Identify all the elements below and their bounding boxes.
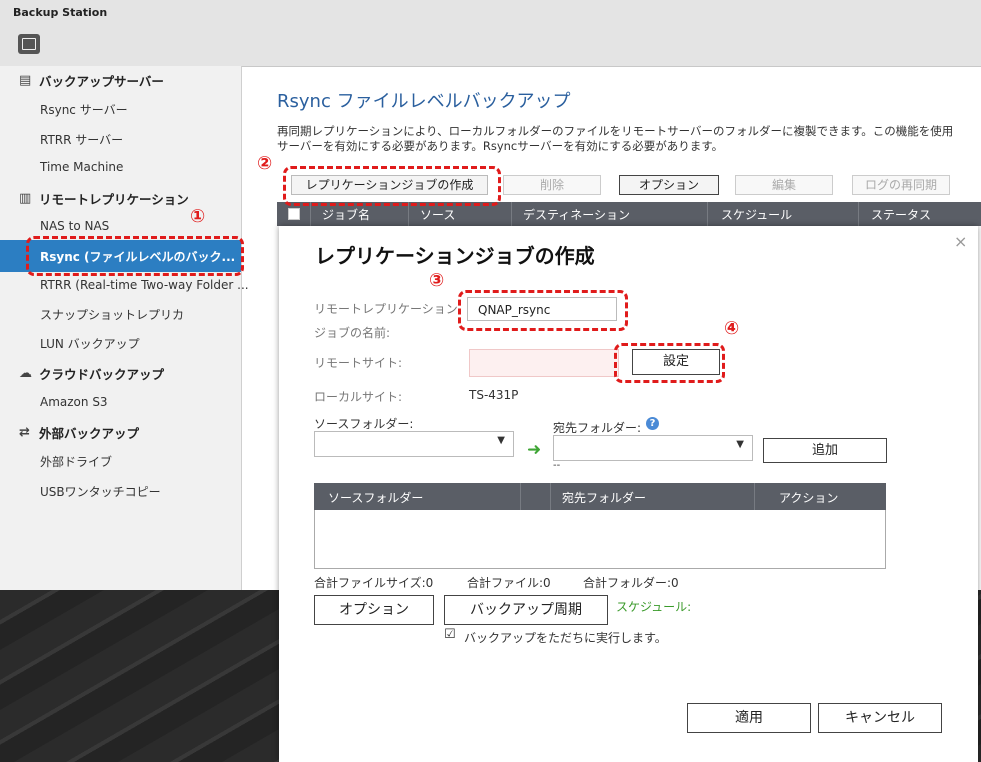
replication-icon: ▥: [19, 190, 32, 206]
help-icon[interactable]: ?: [646, 417, 659, 430]
dest-folder-label: 宛先フォルダー:: [553, 421, 642, 435]
column-header-status[interactable]: ステータス: [871, 206, 931, 223]
job-name-label: リモートレプリケーション: [314, 302, 458, 316]
sidebar-category-label: 外部バックアップ: [39, 426, 140, 441]
sidebar-category-label: クラウドバックアップ: [39, 367, 165, 382]
arrow-right-icon: ➜: [527, 440, 542, 460]
job-name-label-2: ジョブの名前:: [314, 326, 391, 340]
sidebar-item-nas-to-nas[interactable]: NAS to NAS: [40, 219, 109, 233]
total-folders: 合計フォルダー:0: [583, 576, 679, 590]
annotation-box-2: [283, 166, 501, 206]
cloud-icon: ☁: [19, 365, 32, 381]
schedule-label: スケジュール:: [616, 600, 692, 614]
folder-table-body: [314, 510, 886, 569]
sidebar-item-lun-backup[interactable]: LUN バックアップ: [40, 335, 140, 352]
cancel-button[interactable]: キャンセル: [818, 703, 942, 733]
select-all-checkbox[interactable]: [288, 208, 300, 220]
chevron-down-icon: ▼: [736, 439, 744, 450]
column-header-destination[interactable]: デスティネーション: [523, 206, 630, 223]
page-title: Rsync ファイルレベルバックアップ: [277, 91, 571, 112]
sidebar-item-amazon-s3[interactable]: Amazon S3: [40, 395, 108, 409]
options-button[interactable]: オプション: [314, 595, 434, 625]
column-header-source-folder[interactable]: ソースフォルダー: [328, 489, 423, 506]
apply-button[interactable]: 適用: [687, 703, 811, 733]
sidebar-item-rtrr[interactable]: RTRR (Real-time Two-way Folder ...: [40, 278, 249, 292]
close-icon[interactable]: ×: [954, 232, 967, 251]
column-header-dest-folder[interactable]: 宛先フォルダー: [562, 489, 646, 506]
edit-button[interactable]: 編集: [735, 175, 833, 195]
window-titlebar: [0, 0, 981, 67]
column-header-schedule[interactable]: スケジュール: [721, 206, 792, 223]
annotation-number-3: ③: [429, 270, 445, 291]
sidebar-item-snapshot-replica[interactable]: スナップショットレプリカ: [40, 306, 184, 323]
sidebar-item-external-drive[interactable]: 外部ドライブ: [40, 453, 112, 470]
sidebar-category-cloud-backup[interactable]: ☁ クラウドバックアップ: [19, 364, 164, 383]
annotation-box-3: [458, 290, 628, 331]
folder-table-header: ソースフォルダー 宛先フォルダー アクション: [314, 483, 886, 510]
sidebar-item-rtrr-server[interactable]: RTRR サーバー: [40, 131, 123, 148]
sidebar-category-label: バックアップサーバー: [39, 74, 164, 89]
source-folder-label: ソースフォルダー:: [314, 417, 414, 431]
local-site-value: TS-431P: [469, 388, 519, 402]
run-now-checkbox[interactable]: ☑: [444, 627, 456, 642]
annotation-box-4: [614, 343, 725, 383]
total-size: 合計ファイルサイズ:0: [314, 576, 434, 590]
column-header-job-name[interactable]: ジョブ名: [322, 206, 370, 223]
annotation-number-2: ②: [257, 153, 273, 174]
source-folder-select[interactable]: ▼: [314, 431, 514, 457]
menu-toggle-icon[interactable]: [18, 34, 40, 54]
column-header-action[interactable]: アクション: [779, 489, 838, 506]
remote-site-input[interactable]: [469, 349, 619, 377]
description-line: 再同期レプリケーションにより、ローカルフォルダーのファイルをリモートサーバーのフ…: [277, 124, 954, 138]
annotation-number-1: ①: [190, 206, 206, 227]
delete-button[interactable]: 削除: [503, 175, 601, 195]
sidebar-category-remote-replication[interactable]: ▥ リモートレプリケーション: [19, 189, 189, 208]
annotation-box-1: [26, 236, 244, 276]
local-site-label: ローカルサイト:: [314, 390, 403, 404]
remote-site-label: リモートサイト:: [314, 356, 403, 370]
resync-log-button[interactable]: ログの再同期: [852, 175, 950, 195]
add-button[interactable]: 追加: [763, 438, 887, 463]
page-description: 再同期レプリケーションにより、ローカルフォルダーのファイルをリモートサーバーのフ…: [277, 124, 977, 154]
dialog-title: レプリケーションジョブの作成: [315, 244, 595, 268]
chevron-down-icon: ▼: [497, 435, 505, 446]
sidebar-category-external-backup[interactable]: ⇄ 外部バックアップ: [19, 423, 139, 442]
annotation-number-4: ④: [724, 318, 740, 339]
options-button[interactable]: オプション: [619, 175, 719, 195]
backup-schedule-button[interactable]: バックアップ周期: [444, 595, 608, 625]
sidebar-category-backup-server[interactable]: ▤ バックアップサーバー: [19, 71, 164, 90]
dest-folder-hint: --: [553, 460, 561, 471]
description-line: サーバーを有効にする必要があります。Rsyncサーバーを有効にする必要があります…: [277, 139, 724, 153]
dest-folder-select[interactable]: ▼: [553, 435, 753, 461]
app-title: Backup Station: [13, 6, 108, 19]
sidebar-category-label: リモートレプリケーション: [39, 192, 189, 207]
sidebar-item-time-machine[interactable]: Time Machine: [40, 160, 123, 174]
sync-icon: ⇄: [19, 424, 30, 440]
sidebar-item-rsync-server[interactable]: Rsync サーバー: [40, 101, 128, 118]
column-header-source[interactable]: ソース: [420, 206, 455, 223]
server-icon: ▤: [19, 72, 32, 88]
run-now-label: バックアップをただちに実行します。: [464, 631, 667, 645]
total-files: 合計ファイル:0: [467, 576, 551, 590]
sidebar-item-usb-one-touch-copy[interactable]: USBワンタッチコピー: [40, 483, 161, 500]
